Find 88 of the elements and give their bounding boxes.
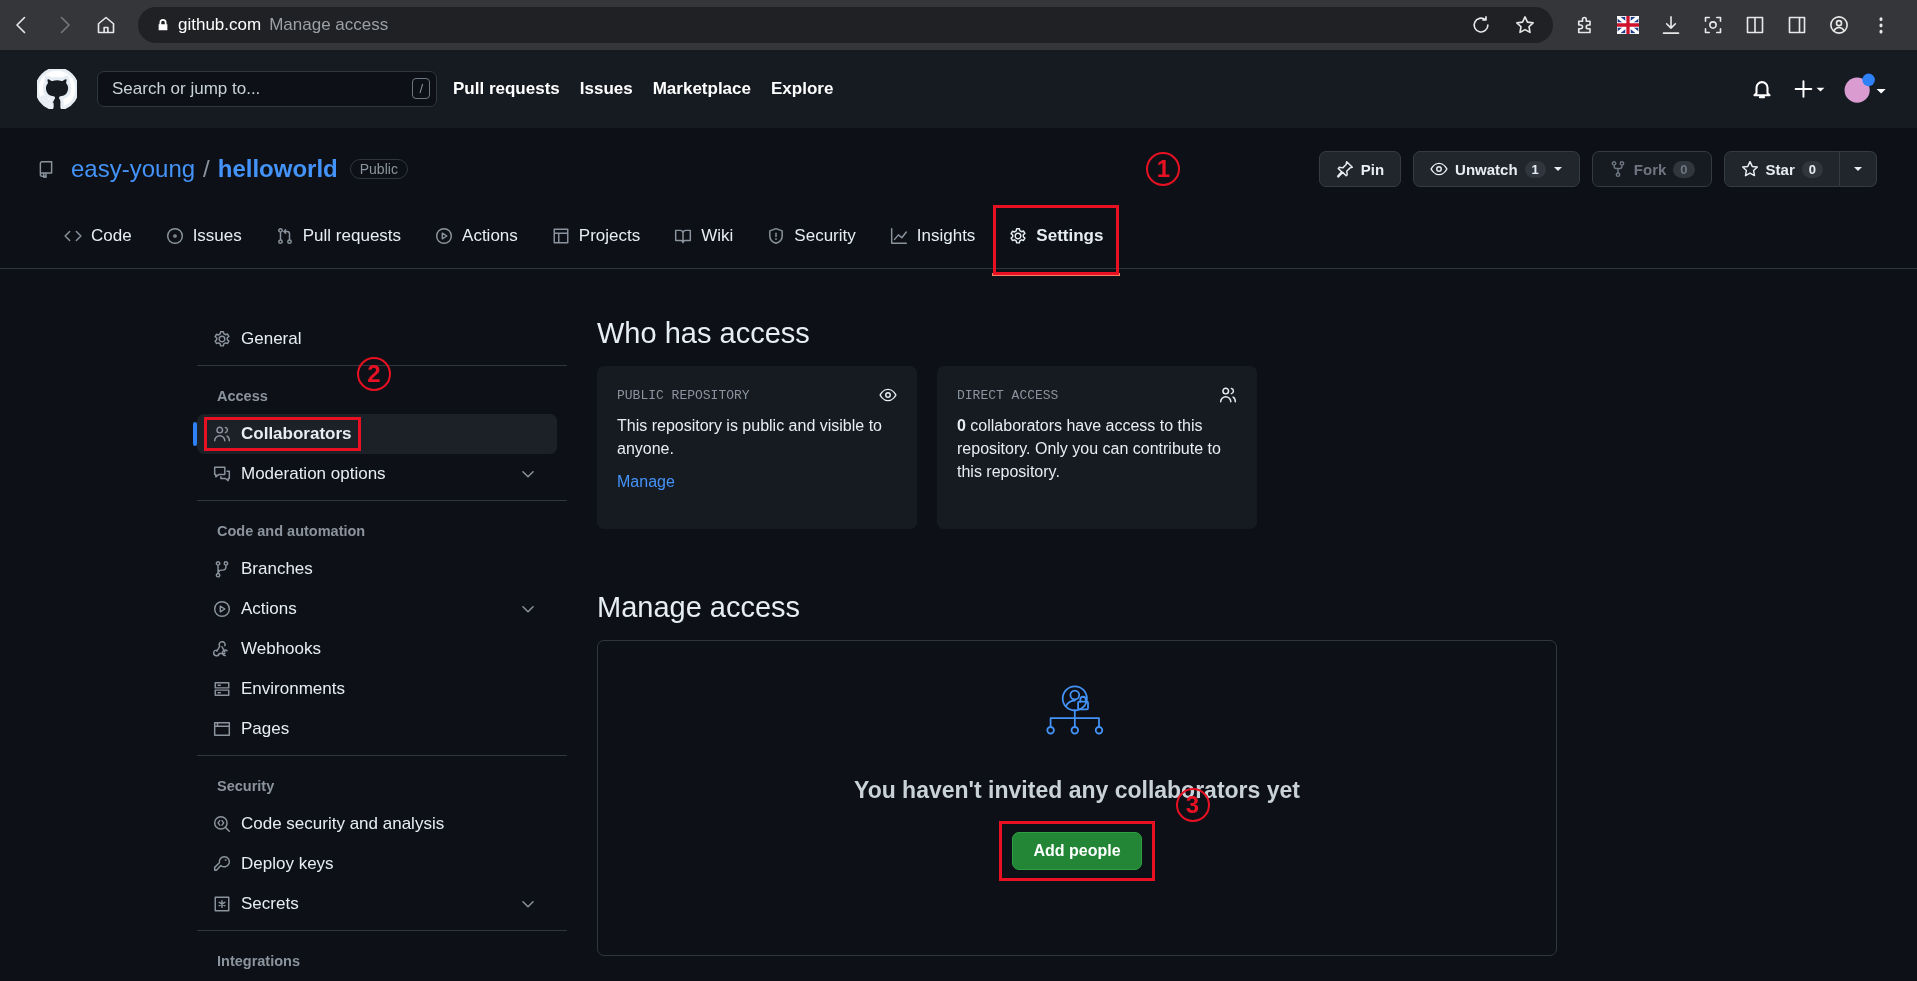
sidebar-heading: Security (217, 777, 275, 796)
settings-icon (213, 330, 231, 348)
lock-icon (156, 18, 170, 32)
download-icon[interactable] (1661, 15, 1681, 35)
projects-icon (551, 227, 570, 245)
eye-icon (879, 386, 897, 404)
nav-link[interactable]: Issues (579, 79, 633, 99)
security-icon (767, 227, 786, 245)
sidebar-item[interactable]: Webhooks (197, 629, 557, 669)
split-view-icon[interactable] (1745, 15, 1765, 35)
actions-icon (213, 600, 231, 618)
star-menu-button[interactable] (1840, 151, 1877, 187)
card-heading: PUBLIC REPOSITORY (617, 387, 750, 403)
sidebar-heading: Access (217, 387, 268, 406)
url-domain: github.com (178, 15, 262, 35)
sidebar-item[interactable]: General (197, 319, 557, 359)
screenshot-icon[interactable] (1703, 15, 1723, 35)
nav-link[interactable]: Marketplace (652, 79, 751, 99)
sidebar-heading: Integrations (217, 952, 300, 971)
watch-icon (1430, 160, 1449, 178)
sidebar-heading: Code and automation (217, 522, 366, 541)
branch-icon (213, 560, 231, 578)
secret-icon (213, 895, 231, 913)
page-title: Manage access (269, 15, 389, 35)
people-icon (213, 425, 231, 443)
star-icon[interactable] (1515, 15, 1535, 35)
repo-tab[interactable]: Actions (418, 204, 535, 268)
repo-tab[interactable]: Security (750, 204, 873, 268)
card-text: 0 collaborators have access to this repository. Only you can contribute to this repository. (957, 416, 1222, 482)
codescan-icon (213, 815, 231, 833)
pr-icon (275, 227, 294, 245)
path-separator: / (203, 155, 210, 183)
pin-icon (1335, 160, 1354, 178)
bell-icon[interactable] (1751, 78, 1773, 100)
annotation-number: 2 (357, 357, 391, 391)
sidebar-item[interactable]: Moderation options (197, 454, 557, 494)
sidebar-item[interactable]: Code security and analysis (197, 804, 557, 844)
sidebar-item[interactable]: Actions (197, 589, 557, 629)
actions-icon (435, 227, 454, 245)
insights-icon (889, 227, 908, 245)
nav-link[interactable]: Pull requests (453, 79, 560, 99)
star-icon (1740, 160, 1759, 178)
repo-tab[interactable]: Settings (992, 204, 1121, 276)
manage-link[interactable]: Manage (617, 473, 675, 490)
key-icon (213, 855, 231, 873)
add-people-button[interactable]: Add people (1012, 832, 1142, 870)
address-bar[interactable]: github.com Manage access (138, 7, 1553, 43)
sidebar-item[interactable]: Environments (197, 669, 557, 709)
plus-menu-icon[interactable] (1793, 78, 1827, 100)
sidebar-item[interactable]: Deploy keys (197, 844, 557, 884)
sidebar-item[interactable]: Pages (197, 709, 557, 749)
repo-name-link[interactable]: helloworld (217, 155, 338, 183)
server-icon (213, 680, 231, 698)
count-label: 1 (1524, 160, 1546, 178)
profile-icon[interactable] (1829, 15, 1849, 35)
count-label: 0 (1801, 160, 1823, 178)
discussion-icon (213, 465, 231, 483)
section-title: Who has access (597, 317, 811, 350)
octocat-logo-icon[interactable] (37, 69, 77, 109)
repo-tab[interactable]: Issues (148, 204, 259, 268)
people-icon (1219, 386, 1237, 404)
repo-tab[interactable]: Pull requests (258, 204, 419, 268)
annotation-number: 1 (1146, 152, 1181, 186)
repo-tab[interactable]: Insights (872, 204, 993, 268)
issues-icon (165, 227, 184, 245)
repo-tab[interactable]: Projects (534, 204, 658, 268)
repo-icon (37, 160, 55, 178)
sidebar-icon[interactable] (1787, 15, 1807, 35)
count-label: 0 (1673, 160, 1695, 178)
sidebar-item[interactable]: Secrets (197, 884, 557, 924)
browser-icon (213, 720, 231, 738)
star-button[interactable]: Star 0 (1723, 151, 1840, 187)
section-title: Manage access (597, 591, 802, 624)
home-icon[interactable] (96, 15, 116, 35)
settings-icon (1009, 227, 1028, 245)
flag-icon[interactable] (1617, 16, 1639, 34)
repo-tab[interactable]: Code (47, 204, 149, 268)
watch-button[interactable]: Unwatch 1 (1413, 151, 1580, 187)
shortcut-key: / (412, 78, 430, 99)
sidebar-item[interactable]: Branches (197, 549, 557, 589)
wiki-icon (674, 227, 693, 245)
nav-link[interactable]: Explore (771, 79, 834, 99)
card-text: This repository is public and visible to anyone. (617, 416, 883, 459)
card-heading: DIRECT ACCESS (957, 387, 1059, 403)
repo-tab[interactable]: Wiki (657, 204, 751, 268)
pin-button[interactable]: Pin (1318, 151, 1402, 187)
repo-owner-link[interactable]: easy-young (71, 155, 196, 183)
reload-icon[interactable] (1471, 15, 1491, 35)
